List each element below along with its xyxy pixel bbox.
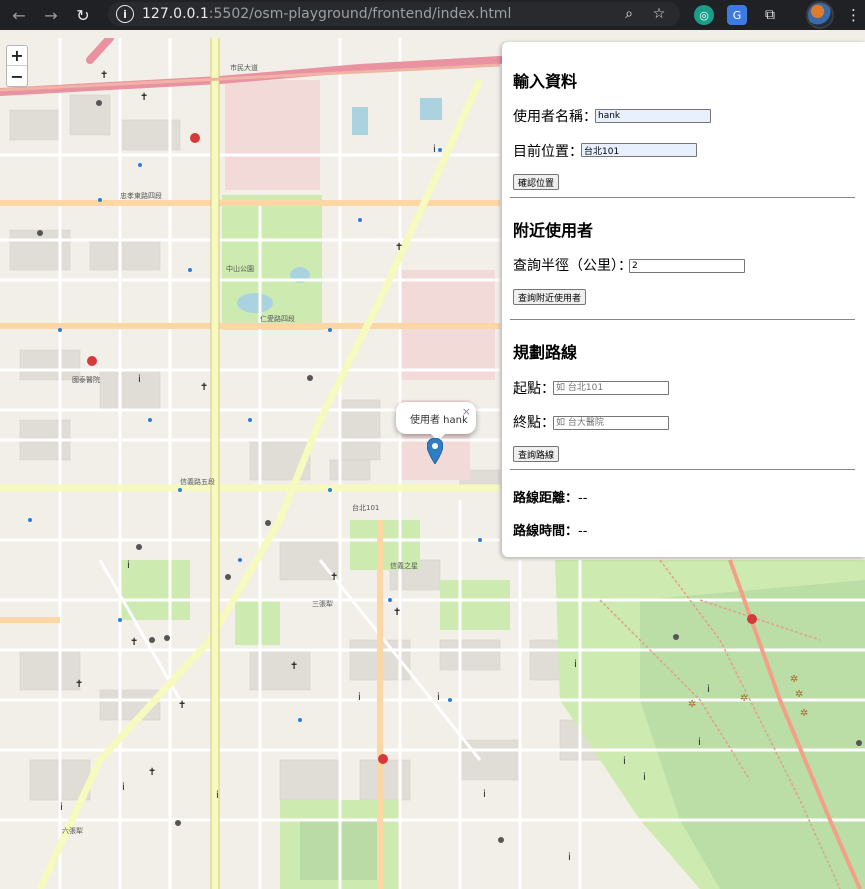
route-distance: 路線距離：-- — [513, 487, 587, 506]
time-label: 路線時間： — [513, 524, 579, 539]
location-marker-icon[interactable] — [427, 438, 443, 464]
svg-text:忠孝東路四段: 忠孝東路四段 — [120, 191, 162, 200]
location-input[interactable] — [581, 143, 697, 157]
confirm-location-button[interactable]: 確認位置 — [513, 174, 560, 190]
bookmark-star-icon[interactable]: ☆ — [650, 5, 668, 23]
profile-avatar[interactable] — [806, 1, 834, 29]
radius-input[interactable] — [629, 259, 745, 273]
svg-text:信義之星: 信義之星 — [390, 561, 418, 570]
username-label: 使用者名稱： — [513, 109, 597, 125]
svg-text:六張犁: 六張犁 — [62, 826, 83, 835]
route-time: 路線時間：-- — [513, 520, 587, 539]
svg-text:國泰醫院: 國泰醫院 — [72, 375, 100, 384]
svg-text:i: i — [698, 737, 701, 748]
svg-text:✲: ✲ — [688, 699, 696, 710]
address-bar[interactable]: i 127.0.0.1:5502/osm-playground/frontend… — [108, 2, 680, 26]
svg-text:✝: ✝ — [393, 607, 401, 618]
radius-label: 查詢半徑（公里）： — [513, 258, 632, 274]
distance-label: 路線距離： — [513, 491, 579, 506]
svg-text:i: i — [122, 782, 125, 793]
svg-text:✝: ✝ — [148, 767, 156, 778]
svg-text:i: i — [138, 374, 141, 385]
end-input[interactable] — [553, 416, 669, 430]
query-nearby-button[interactable]: 查詢附近使用者 — [513, 289, 587, 305]
svg-text:i: i — [574, 659, 577, 670]
svg-text:✲: ✲ — [800, 708, 808, 719]
svg-text:i: i — [643, 772, 646, 783]
svg-text:✲: ✲ — [790, 674, 798, 685]
svg-text:✝: ✝ — [395, 242, 403, 253]
svg-text:台北101: 台北101 — [352, 503, 379, 512]
forward-icon[interactable]: → — [38, 2, 64, 28]
zoom-control: + − — [6, 45, 28, 87]
svg-text:i: i — [358, 692, 361, 703]
svg-text:仁愛路四段: 仁愛路四段 — [260, 314, 295, 323]
url-text[interactable]: 127.0.0.1:5502/osm-playground/frontend/i… — [142, 6, 511, 22]
nearby-section-heading: 附近使用者 — [513, 221, 594, 240]
time-value: -- — [578, 524, 588, 539]
route-section-heading: 規劃路線 — [513, 343, 578, 362]
divider — [510, 469, 855, 470]
svg-text:✝: ✝ — [200, 382, 208, 393]
back-icon[interactable]: ← — [6, 2, 32, 28]
divider — [510, 197, 855, 198]
divider — [510, 319, 855, 320]
svg-text:中山公園: 中山公園 — [226, 264, 254, 273]
svg-text:信義路五段: 信義路五段 — [180, 477, 215, 486]
url-path: :5502/osm-playground/frontend/index.html — [208, 6, 512, 22]
svg-text:i: i — [127, 560, 130, 571]
svg-text:✝: ✝ — [130, 637, 138, 648]
url-host: 127.0.0.1 — [142, 6, 209, 22]
query-route-button[interactable]: 查詢路線 — [513, 446, 560, 462]
svg-text:i: i — [707, 684, 710, 695]
svg-text:i: i — [437, 692, 440, 703]
svg-text:市民大道: 市民大道 — [230, 63, 258, 72]
svg-text:✲: ✲ — [740, 693, 748, 704]
svg-text:✝: ✝ — [75, 679, 83, 690]
control-panel: 輸入資料 使用者名稱： 目前位置： 確認位置 附近使用者 查詢半徑（公里）： 查… — [502, 42, 865, 557]
translate-extension-icon[interactable]: G — [727, 5, 747, 25]
location-label: 目前位置： — [513, 144, 583, 160]
reload-icon[interactable]: ↻ — [70, 2, 96, 28]
distance-value: -- — [578, 491, 588, 506]
zoom-out-button[interactable]: − — [7, 66, 27, 86]
popup-text: 使用者 hank — [410, 415, 468, 426]
svg-text:i: i — [568, 852, 571, 863]
menu-kebab-icon[interactable]: ⋮ — [846, 6, 861, 24]
svg-text:✝: ✝ — [290, 661, 298, 672]
svg-text:✲: ✲ — [795, 689, 803, 700]
zoom-icon[interactable]: ⌕ — [620, 5, 638, 23]
end-label: 終點： — [513, 415, 555, 431]
input-section-heading: 輸入資料 — [513, 72, 578, 91]
start-input[interactable] — [553, 381, 669, 395]
svg-text:i: i — [623, 756, 626, 767]
site-info-icon[interactable]: i — [116, 5, 134, 23]
svg-text:✝: ✝ — [100, 70, 108, 81]
zoom-in-button[interactable]: + — [7, 46, 27, 66]
extension-chat-icon[interactable]: ◎ — [694, 5, 714, 25]
browser-toolbar: ← → ↻ i 127.0.0.1:5502/osm-playground/fr… — [0, 0, 865, 30]
svg-text:三張犁: 三張犁 — [312, 599, 333, 608]
svg-text:i: i — [433, 144, 436, 155]
start-label: 起點： — [513, 381, 555, 397]
popup-close-button[interactable]: × — [462, 405, 471, 418]
extensions-puzzle-icon[interactable]: ⧉ — [760, 5, 780, 25]
svg-text:✝: ✝ — [330, 572, 338, 583]
svg-text:i: i — [216, 790, 219, 801]
username-input[interactable] — [595, 109, 711, 123]
svg-text:✝: ✝ — [178, 700, 186, 711]
svg-text:i: i — [60, 802, 63, 813]
svg-text:✝: ✝ — [140, 92, 148, 103]
svg-text:i: i — [483, 789, 486, 800]
marker-popup: 使用者 hank × — [396, 402, 476, 434]
